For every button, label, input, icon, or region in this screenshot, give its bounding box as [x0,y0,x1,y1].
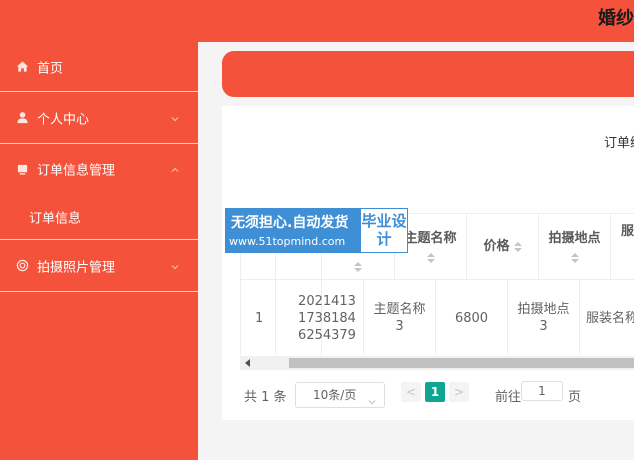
sort-icon[interactable] [354,261,362,272]
sort-icon[interactable] [426,253,435,263]
column-header-label: 拍摄地点 [548,231,601,246]
sidebar-item-personal-center[interactable]: 个人中心 [0,92,198,144]
next-page-button[interactable]: > [449,382,469,402]
cell-costume: 服装名称1 [580,280,634,355]
sidebar-item-label: 首页 [37,61,64,76]
cell-theme: 主题名称3 [364,280,436,355]
cell-index: 1 [241,280,276,355]
order-number-label: 订单编 [604,136,634,151]
watermark-line2: www.51topmind.com [229,235,346,248]
sidebar-subitem-label: 订单信息 [29,211,82,226]
watermark-logo: 无须担心.自动发货 www.51topmind.com 毕业设计 [225,208,408,253]
watermark-line1: 无须担心.自动发货 [231,215,349,231]
chevron-down-icon [170,113,180,123]
sort-icon[interactable] [513,241,522,252]
column-header-price[interactable]: 价格 [467,214,539,279]
page-number-current[interactable]: 1 [425,382,445,402]
table-row[interactable]: 1 2021413 1738184 6254379 主题名称3 6800 拍摄地… [241,280,634,355]
column-header-label: 服装 [621,224,634,239]
goto-suffix: 页 [568,390,582,405]
page-size-select[interactable]: 10条/页 [295,382,385,408]
top-navbar: 婚纱 [0,0,634,42]
sidebar-item-label: 个人中心 [37,112,90,127]
table-card: 订单编 主题名称 价格 拍摄地点 [222,106,634,420]
goto-label: 前往 [495,390,522,405]
sidebar-item-label: 拍摄照片管理 [37,260,116,275]
pagination: 共 1 条 10条/页 < 1 > 前往 1 页 [244,380,634,408]
watermark-right: 毕业设计 [361,212,407,248]
watermark-left: 无须担心.自动发货 www.51topmind.com [226,209,361,252]
goto-page-input[interactable]: 1 [521,381,563,401]
chevron-down-icon [170,261,180,271]
horizontal-scrollbar[interactable] [240,356,634,370]
chevron-up-icon [170,164,180,174]
cell-location: 拍摄地点3 [508,280,580,355]
column-header-location[interactable]: 拍摄地点 [539,214,611,279]
sidebar-item-photo-management[interactable]: 拍摄照片管理 [0,240,198,292]
column-header-costume[interactable]: 服装 [611,214,634,279]
scroll-thumb[interactable] [289,358,634,368]
sidebar-item-home[interactable]: 首页 [0,42,198,92]
app-title: 婚纱 [598,8,634,29]
chevron-down-icon [368,390,376,405]
column-header-label: 价格 [483,239,510,254]
sidebar-item-order-management[interactable]: 订单信息管理 [0,144,198,194]
pagination-total: 共 1 条 [244,390,287,405]
home-icon [15,60,29,74]
cell-price: 6800 [436,280,508,355]
sidebar-subitem-order-info[interactable]: 订单信息 [0,194,198,240]
sidebar-item-label: 订单信息管理 [37,163,116,179]
column-header-label: 主题名称 [404,231,457,246]
cell-order-no: 2021413 1738184 6254379 [291,280,364,355]
sidebar: 首页 个人中心 订单信息管理 订单信息 拍摄照片管理 [0,42,198,460]
monitor-icon [15,162,29,176]
sort-icon[interactable] [570,253,579,263]
user-icon [15,111,29,125]
breadcrumb-banner [222,51,634,97]
camera-icon [15,259,29,273]
page-size-value: 10条/页 [313,388,357,402]
scroll-left-arrow-icon[interactable] [245,359,250,367]
prev-page-button[interactable]: < [401,382,421,402]
